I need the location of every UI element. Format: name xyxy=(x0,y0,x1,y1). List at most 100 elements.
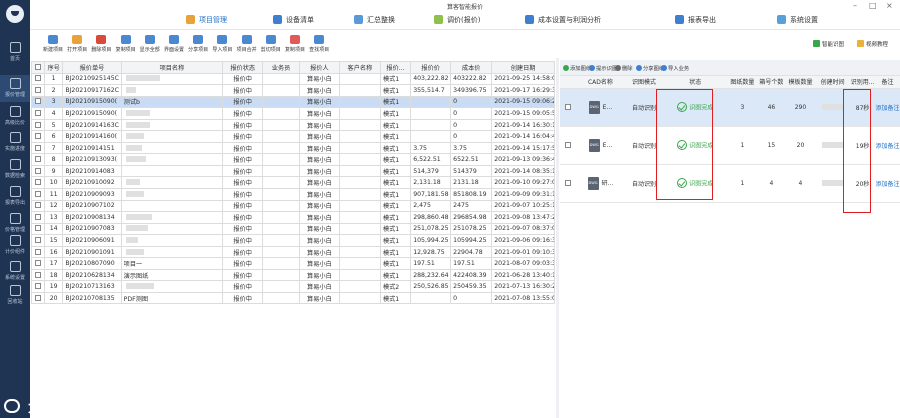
row-checkbox[interactable] xyxy=(34,133,41,140)
sidebar-item-3[interactable]: 实施进度 xyxy=(0,129,30,156)
menu-item-6[interactable]: 系统设置 xyxy=(777,15,818,27)
drawing-checkbox[interactable] xyxy=(564,180,571,186)
table-row[interactable]: 7 BJ20210914151 报价中 算易小白 模式1 3.75 3.75 2021-09-… xyxy=(31,141,555,155)
table-row[interactable]: 14 BJ20210907083 报价中 算易小白 模式1 251,078.25 25107… xyxy=(31,222,555,236)
video-tutorial-button[interactable]: 视频教程 xyxy=(857,40,888,48)
table-row[interactable]: 13 BJ20210908134 报价中 算易小白 模式1 298,860.48 29685… xyxy=(31,211,555,224)
row-checkbox[interactable] xyxy=(34,75,41,82)
table-row[interactable]: 16 BJ20210901091 报价中 算易小白 模式1 12,928.75 22904.… xyxy=(31,245,555,259)
row-checkbox[interactable] xyxy=(34,144,41,151)
sidebar-item-5[interactable]: 报表导出 xyxy=(0,183,30,210)
row-checkbox-cell[interactable] xyxy=(31,84,45,97)
drawing-tool-4[interactable]: 导入业务 xyxy=(661,64,689,72)
row-checkbox[interactable] xyxy=(34,294,41,301)
drawing-checkbox[interactable] xyxy=(564,142,571,148)
drawing-note[interactable]: 添加备注 xyxy=(876,105,900,112)
table-row[interactable]: 18 BJ20210628134 演示图纸 报价中 算易小白 模式1 288,232.64 4… xyxy=(31,268,555,282)
row-checkbox-cell[interactable] xyxy=(31,211,45,224)
column-header[interactable]: 成本价 xyxy=(450,61,493,74)
drawing-column-header[interactable]: 识别用... xyxy=(850,76,876,89)
table-row[interactable]: 20 BJ20210708135 PDF测图 报价中 算易小白 模式1 0 2021-07-0… xyxy=(31,291,555,305)
drawing-column-header[interactable]: CAD名称 xyxy=(575,76,626,89)
row-checkbox-cell[interactable] xyxy=(31,245,45,259)
drawing-column-header[interactable]: 识图模式 xyxy=(625,76,663,89)
table-row[interactable]: 4 BJ20210915090(报价中 算易小白 模式1 0 2021-09-15 09:… xyxy=(31,107,555,120)
menu-item-5[interactable]: 报表导出 xyxy=(675,15,716,27)
row-checkbox[interactable] xyxy=(34,190,41,197)
row-checkbox-cell[interactable] xyxy=(31,141,45,155)
row-checkbox-cell[interactable] xyxy=(31,188,45,201)
row-checkbox[interactable] xyxy=(34,248,41,255)
column-header[interactable]: 报价状态 xyxy=(222,61,264,74)
close-button[interactable]: × xyxy=(886,1,893,10)
sidebar-item-8[interactable]: 系统设置 xyxy=(0,258,30,285)
table-row[interactable]: 1 BJ20210925145C 报价中 算易小白 模式1 403,222.82 40322… xyxy=(31,72,555,86)
row-checkbox-cell[interactable] xyxy=(31,268,45,282)
drawing-tool-1[interactable]: 提示识图 xyxy=(589,64,617,72)
row-checkbox-cell[interactable] xyxy=(31,153,45,166)
row-checkbox-cell[interactable] xyxy=(31,222,45,236)
drawing-cell-note[interactable]: 添加备注 xyxy=(875,88,900,127)
table-row[interactable]: 17 BJ20210807090 项目一 报价中 算易小白 模式1 197.51 197.51… xyxy=(31,257,555,270)
row-checkbox[interactable] xyxy=(34,202,41,209)
table-row[interactable]: 11 BJ20210909093 报价中 算易小白 模式1 907,181.58 85180… xyxy=(31,188,555,201)
drawing-tool-2[interactable]: 删除 xyxy=(615,64,633,72)
row-checkbox-cell[interactable] xyxy=(31,95,45,109)
row-checkbox-cell[interactable] xyxy=(31,234,45,247)
drawing-tool-3[interactable]: 分享图纸 xyxy=(636,64,664,72)
sidebar-item-7[interactable]: 计价组件 xyxy=(0,232,30,259)
table-row[interactable]: 5 BJ20210914163C 报价中 算易小白 模式1 0 2021-09-14 16:… xyxy=(31,118,555,132)
ai-recognize-button[interactable]: 智能识图 xyxy=(813,40,844,48)
table-row[interactable]: 2 BJ20210917162C 报价中 算易小白 模式1 355,514.7 349396… xyxy=(31,84,555,97)
maximize-button[interactable]: □ xyxy=(869,1,877,10)
drawing-column-header[interactable]: 状态 xyxy=(662,76,728,89)
drawing-cell-note[interactable]: 添加备注 xyxy=(875,126,900,165)
table-row[interactable]: 8 BJ20210913093(报价中 算易小白 模式1 6,522.51 6522.51… xyxy=(31,153,555,166)
row-checkbox[interactable] xyxy=(34,156,41,163)
row-checkbox[interactable] xyxy=(34,98,41,105)
tool-button-11[interactable]: 查找项目 xyxy=(305,35,333,55)
table-row[interactable]: 10 BJ20210910092 报价中 算易小白 模式1 2,131.18 2131.18… xyxy=(31,176,555,189)
menu-item-3[interactable]: 调价(报价) xyxy=(434,15,480,27)
sidebar-item-1[interactable]: 报价管理 xyxy=(0,75,30,102)
row-checkbox[interactable] xyxy=(34,225,41,232)
drawing-note[interactable]: 添加备注 xyxy=(876,181,900,188)
row-checkbox-cell[interactable] xyxy=(31,176,45,189)
drawing-column-header[interactable]: 创建时间 xyxy=(814,76,851,89)
splitter[interactable] xyxy=(556,58,559,418)
row-checkbox[interactable] xyxy=(34,167,41,174)
row-checkbox-cell[interactable] xyxy=(31,164,45,178)
drawing-column-header[interactable]: 箱号个数 xyxy=(756,76,786,89)
drawing-checkbox[interactable] xyxy=(564,104,571,110)
row-checkbox-cell[interactable] xyxy=(31,280,45,293)
row-checkbox-cell[interactable] xyxy=(31,130,45,143)
sidebar-item-2[interactable]: 高级比价 xyxy=(0,103,30,130)
column-header[interactable]: 创建日期 xyxy=(491,61,555,74)
minimize-button[interactable]: – xyxy=(853,1,857,10)
drawing-checkbox-cell[interactable] xyxy=(560,126,576,165)
drawing-note[interactable]: 添加备注 xyxy=(876,143,900,150)
drawing-checkbox-cell[interactable] xyxy=(560,164,576,203)
drawing-column-header[interactable]: 模板数量 xyxy=(785,76,815,89)
row-checkbox-cell[interactable] xyxy=(31,118,45,132)
table-row[interactable]: 12 BJ20210907102 报价中 算易小白 模式1 2,475 2475 2021-0… xyxy=(31,199,555,213)
menu-item-2[interactable]: 汇总整换 xyxy=(354,15,395,27)
column-header[interactable]: 报价单号 xyxy=(62,61,122,74)
row-checkbox-cell[interactable] xyxy=(31,257,45,270)
sidebar-item-9[interactable]: 回收站 xyxy=(0,282,30,309)
row-checkbox[interactable] xyxy=(34,109,41,116)
column-header[interactable]: 报价价 xyxy=(410,61,452,74)
row-checkbox[interactable] xyxy=(34,260,41,267)
row-checkbox[interactable] xyxy=(34,86,41,93)
row-checkbox[interactable] xyxy=(34,121,41,128)
table-row[interactable]: 15 BJ20210906091 报价中 算易小白 模式1 105,994.25 10599… xyxy=(31,234,555,247)
menu-item-0[interactable]: 项目管理 xyxy=(186,15,227,27)
column-header[interactable]: 业务员 xyxy=(262,61,300,74)
column-header[interactable]: 序号 xyxy=(43,61,64,74)
row-checkbox[interactable] xyxy=(34,283,41,290)
drawing-column-header[interactable]: 图纸数量 xyxy=(727,76,757,89)
table-row[interactable]: 9 BJ20210914083 报价中 算易小白 模式1 514,379 514379 202… xyxy=(31,164,555,178)
drawing-tool-0[interactable]: 添加图纸 xyxy=(563,64,591,72)
row-checkbox-cell[interactable] xyxy=(31,107,45,120)
row-checkbox[interactable] xyxy=(34,236,41,243)
